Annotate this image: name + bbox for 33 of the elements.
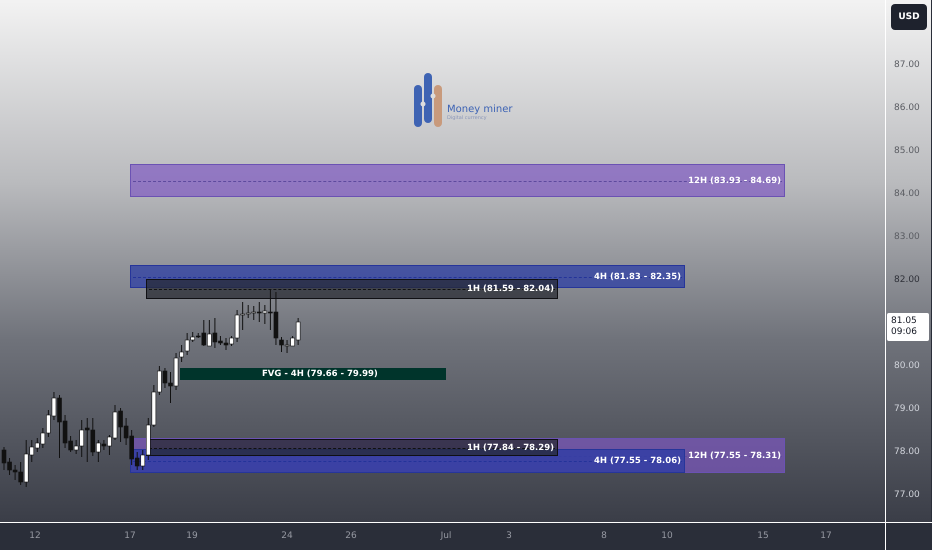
price-tick: 84.00	[894, 189, 920, 199]
current-price: 81.05	[891, 316, 918, 327]
time-tick: Jul	[440, 531, 452, 541]
currency-button[interactable]: USD	[891, 4, 927, 30]
time-tick: 24	[281, 531, 293, 541]
time-tick: 17	[820, 531, 832, 541]
zone-label: 4H (81.83 - 82.35)	[593, 270, 682, 282]
time-tick: 10	[661, 531, 673, 541]
price-tick: 77.00	[894, 490, 920, 500]
time-tick: 15	[757, 531, 769, 541]
price-tick: 86.00	[894, 103, 920, 113]
zone-label: 12H (77.55 - 78.31)	[687, 450, 782, 462]
time-tick: 19	[186, 531, 198, 541]
zone-label: 1H (81.59 - 82.04)	[466, 283, 555, 295]
price-tick: 78.00	[894, 447, 920, 457]
logo-bars-icon	[413, 72, 445, 128]
logo-name: Money miner	[447, 104, 512, 115]
price-tick: 80.00	[894, 361, 920, 371]
time-tick: 3	[506, 531, 512, 541]
time-tick: 26	[345, 531, 357, 541]
zone-label: 4H (77.55 - 78.06)	[593, 455, 682, 467]
bar-countdown: 09:06	[891, 327, 918, 338]
price-tick: 87.00	[894, 60, 920, 70]
price-tick: 85.00	[894, 146, 920, 156]
time-tick: 8	[601, 531, 607, 541]
price-tick: 79.00	[894, 404, 920, 414]
zone-label: 12H (83.93 - 84.69)	[687, 174, 782, 186]
zone-label: 1H (77.84 - 78.29)	[466, 442, 555, 454]
time-tick: 17	[124, 531, 136, 541]
price-tick: 83.00	[894, 232, 920, 242]
time-tick: 12	[29, 531, 41, 541]
price-tick: 82.00	[894, 275, 920, 285]
zone-label: FVG - 4H (79.66 - 79.99)	[261, 368, 379, 380]
